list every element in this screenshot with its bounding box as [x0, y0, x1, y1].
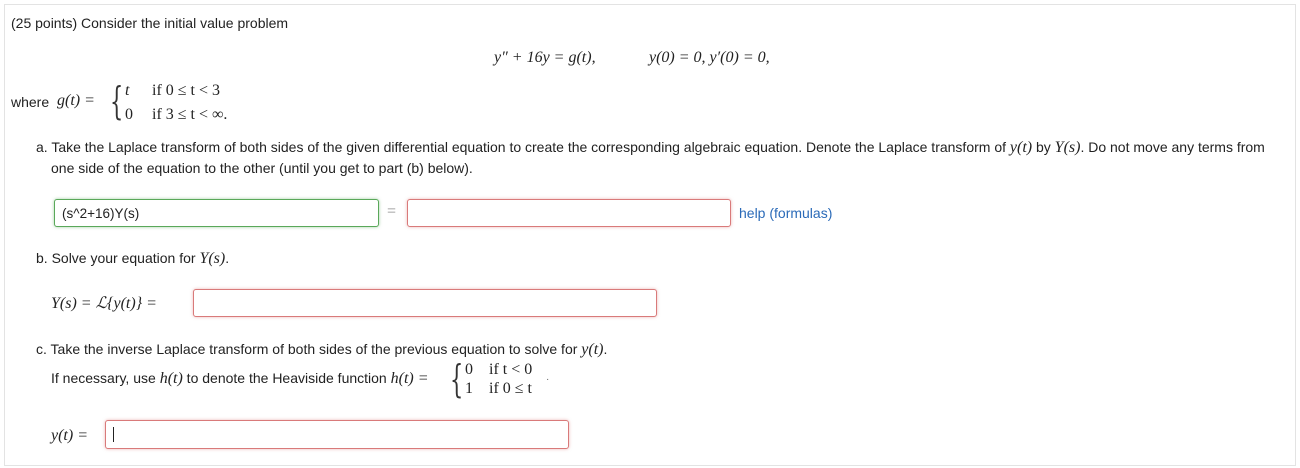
part-a-y-of-t: y(t)	[1009, 139, 1033, 156]
g-case2-value: 0	[125, 106, 133, 123]
heaviside-mid: to denote the Heaviside function	[182, 370, 391, 386]
heaviside-h-of-t: h(t)	[159, 370, 183, 387]
part-c-text: c. Take the inverse Laplace transform of…	[36, 341, 607, 359]
part-b-text: b. Solve your equation for Y(s).	[36, 250, 229, 268]
laplace-rhs-input[interactable]	[407, 199, 731, 227]
part-b-text-pre: b. Solve your equation for	[36, 250, 200, 266]
part-a-text: a. Take the Laplace transform of both si…	[36, 139, 1265, 157]
h-case1-value: 0	[465, 361, 473, 378]
left-brace-icon: {	[110, 79, 124, 123]
heaviside-pre: If necessary, use	[51, 370, 160, 386]
ode-equation: y″ + 16y = g(t),	[494, 49, 596, 67]
ic-text: y(0) = 0, y′(0) = 0,	[649, 49, 770, 66]
help-formulas-link[interactable]: help (formulas)	[739, 205, 832, 221]
part-b-text-post: .	[225, 250, 230, 266]
initial-conditions: y(0) = 0, y′(0) = 0,	[649, 49, 770, 67]
g-lhs: g(t) =	[57, 92, 95, 109]
problem-panel	[4, 4, 1296, 466]
heaviside-lhs: h(t) =	[390, 370, 429, 387]
y-of-t-input[interactable]	[105, 420, 569, 449]
part-c-lhs: y(t) =	[51, 427, 88, 444]
part-a-text-post: . Do not move any terms from	[1080, 139, 1265, 155]
Y-of-s-input[interactable]	[193, 289, 657, 317]
where-label: where	[11, 94, 50, 110]
g-case2-condition: if 3 ≤ t < ∞.	[152, 106, 228, 123]
laplace-lhs-value: (s^2+16)Y(s)	[62, 205, 140, 221]
ode-text: y″ + 16y = g(t),	[494, 49, 596, 66]
part-a-by: by	[1032, 139, 1055, 155]
heaviside-note: If necessary, use h(t) to denote the Hea…	[51, 370, 429, 388]
part-b-lhs: Y(s) = ℒ{y(t)} =	[51, 295, 157, 312]
h-case1-condition: if t < 0	[489, 361, 533, 378]
part-c-text-post: .	[603, 341, 608, 357]
part-b-Y-of-s: Y(s)	[199, 250, 226, 267]
problem-intro: (25 points) Consider the initial value p…	[11, 15, 289, 31]
part-a-text-pre: a. Take the Laplace transform of both si…	[36, 139, 1010, 155]
left-brace-icon: {	[450, 357, 464, 401]
equals-sign: =	[387, 203, 397, 220]
laplace-lhs-input[interactable]: (s^2+16)Y(s)	[54, 199, 379, 227]
g-case1-value: t	[125, 82, 130, 99]
text-caret	[113, 427, 114, 442]
h-case2-condition: if 0 ≤ t	[489, 380, 532, 397]
trailing-dot: ·	[546, 374, 550, 385]
part-c-y-of-t: y(t)	[581, 341, 604, 358]
part-c-text-pre: c. Take the inverse Laplace transform of…	[36, 341, 582, 357]
h-case2-value: 1	[465, 380, 473, 397]
part-a-text-line2: one side of the equation to the other (u…	[51, 160, 473, 176]
g-case1-condition: if 0 ≤ t < 3	[152, 82, 221, 99]
part-a-Y-of-s: Y(s)	[1054, 139, 1081, 156]
